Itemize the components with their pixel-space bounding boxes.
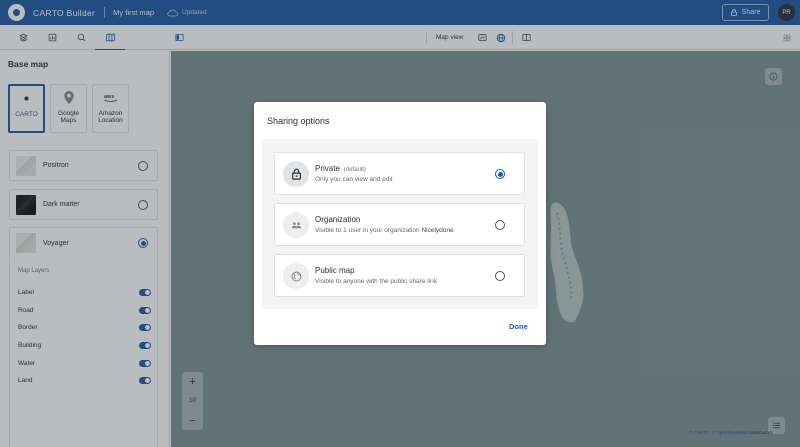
option-description: Visible to 1 user in your organization N…: [315, 227, 454, 234]
globe-icon: [283, 263, 309, 289]
public-map-radio[interactable]: [495, 271, 505, 281]
private-radio[interactable]: [495, 169, 505, 179]
option-title: Organization: [315, 215, 361, 224]
option-title: Private (default): [315, 164, 366, 173]
option-public-map[interactable]: Public map Visible to anyone with the pu…: [274, 254, 525, 297]
dialog-body: Private (default) Only you can view and e…: [262, 139, 538, 309]
option-organization[interactable]: Organization Visible to 1 user in your o…: [274, 203, 525, 246]
option-private[interactable]: Private (default) Only you can view and e…: [274, 152, 525, 195]
option-description: Only you can view and edit: [315, 176, 393, 183]
organization-radio[interactable]: [495, 220, 505, 230]
sharing-options-dialog: Sharing options Private (default) Only yo…: [254, 102, 546, 345]
option-title: Public map: [315, 266, 355, 275]
lock-icon: [283, 161, 309, 187]
organization-name: Nicelydone: [421, 227, 454, 234]
option-description-text: Visible to 1 user in your organization: [315, 227, 420, 234]
users-icon: [283, 212, 309, 238]
default-tag: (default): [343, 167, 366, 173]
option-description: Visible to anyone with the public share …: [315, 278, 438, 285]
dialog-title: Sharing options: [267, 116, 330, 126]
option-title-text: Private: [315, 164, 340, 173]
done-button[interactable]: Done: [509, 322, 528, 331]
